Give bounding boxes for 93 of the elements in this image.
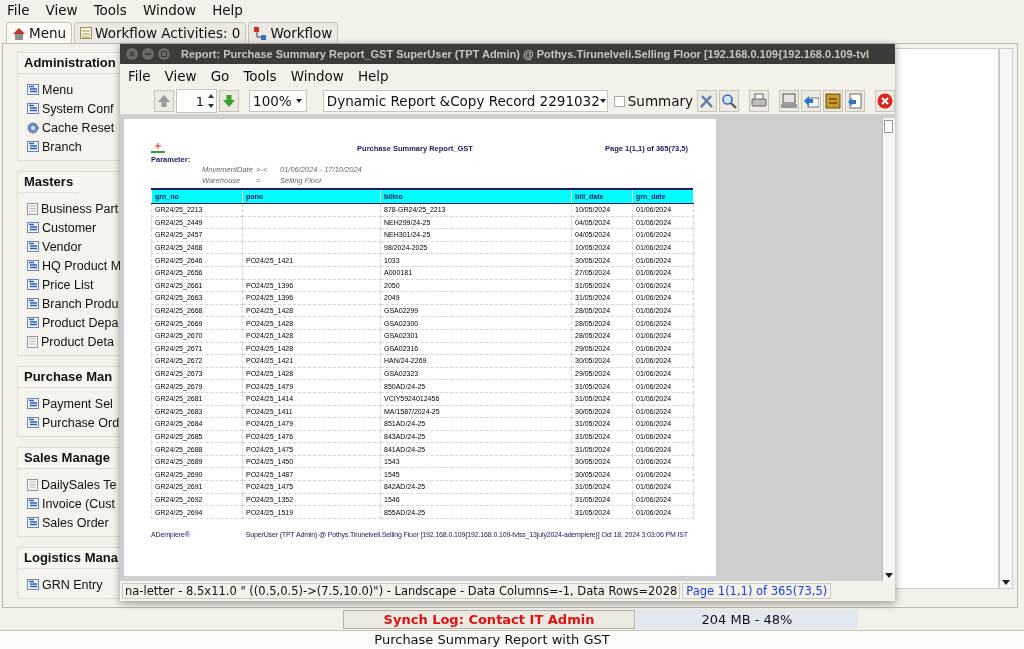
menu-item[interactable]: Tools: [243, 68, 277, 84]
printer-icon: [751, 93, 767, 109]
window-icon: [27, 317, 39, 328]
scrollbar[interactable]: [999, 48, 1013, 589]
menu-entry[interactable]: GRN Entry: [27, 575, 103, 594]
previous-page-button[interactable]: [154, 90, 174, 112]
window-icon: [27, 417, 39, 428]
menu-item[interactable]: Window: [290, 68, 344, 84]
menu-item[interactable]: Tools: [93, 2, 127, 18]
menu-item[interactable]: View: [45, 2, 78, 18]
close-icon: [877, 93, 893, 109]
document-icon: [27, 202, 38, 215]
page-number-field[interactable]: 1: [176, 89, 218, 113]
archive-button[interactable]: [823, 90, 843, 112]
window-controls-icon[interactable]: [125, 47, 173, 61]
print-button[interactable]: [749, 90, 769, 112]
window-icon: [27, 84, 39, 95]
search-button[interactable]: [719, 90, 739, 112]
page-status: Page 1(1,1) of 365(73,5): [682, 583, 832, 599]
menu-entry[interactable]: HQ Product M: [27, 256, 122, 275]
gear-icon: [27, 121, 39, 134]
window-icon: [27, 579, 39, 590]
menu-item[interactable]: Help: [212, 2, 243, 18]
section-title: Masters: [18, 172, 80, 193]
menu-entry[interactable]: Vendor: [27, 237, 82, 256]
menu-entry[interactable]: Business Part: [27, 199, 119, 218]
window-icon: [27, 398, 39, 409]
search-icon: [721, 93, 737, 109]
menu-entry[interactable]: Invoice (Cust: [27, 494, 115, 513]
menu-entry[interactable]: Branch: [27, 137, 82, 156]
window-icon: [27, 141, 39, 152]
status-message: Purchase Summary Report with GST: [0, 630, 1024, 649]
send-button[interactable]: [801, 90, 821, 112]
home-icon: [12, 26, 26, 40]
menu-entry[interactable]: Product Deta: [27, 332, 114, 351]
tab[interactable]: Workflow Activities: 0: [74, 22, 247, 43]
menu-entry[interactable]: Cache Reset: [27, 118, 115, 137]
menu-entry[interactable]: Menu: [27, 80, 74, 99]
menu-entry[interactable]: Sales Order: [27, 513, 109, 532]
export-button[interactable]: [779, 90, 799, 112]
workflow-icon: [254, 26, 268, 40]
menu-item[interactable]: Go: [210, 68, 230, 84]
window-icon: [27, 222, 39, 233]
up-arrow-icon: [157, 94, 171, 108]
scroll-thumb[interactable]: [884, 120, 893, 133]
cabinet-icon: [825, 93, 841, 109]
section-title: Administration: [18, 53, 122, 74]
scrollbar[interactable]: [882, 118, 895, 581]
scroll-down-icon[interactable]: [1002, 580, 1010, 585]
menu-entry[interactable]: Payment Sel: [27, 394, 113, 413]
window-icon: [27, 103, 39, 114]
close-button[interactable]: [875, 90, 895, 112]
window-icon: [27, 279, 39, 290]
page-setup-info: na-letter - 8.5x11.0 " ((0.5,0.5)->(7.5,10.0)") - Landscape - Data Columns=-1, Data Rows=2028: [122, 583, 681, 599]
menu-item[interactable]: Window: [142, 2, 197, 18]
tab[interactable]: Workflow: [248, 22, 339, 43]
menu-entry[interactable]: Purchase Ord: [27, 413, 120, 432]
caret-icon: [295, 99, 302, 103]
customize-button[interactable]: [697, 90, 717, 112]
list-icon: [80, 27, 93, 39]
report-format-dropdown[interactable]: Dynamic Report &Copy Record 2291032: [322, 90, 608, 112]
document-icon: [27, 478, 38, 491]
menu-entry[interactable]: Branch Produ: [27, 294, 119, 313]
section-title: Sales Manage: [18, 448, 116, 469]
window-icon: [27, 517, 39, 528]
menu-item[interactable]: Help: [357, 68, 389, 84]
section-title: Purchase Man: [18, 367, 119, 388]
tab[interactable]: Menu: [6, 22, 73, 43]
zoom-record-button[interactable]: [845, 90, 865, 112]
caret-icon: [599, 99, 606, 103]
menu-entry[interactable]: Customer: [27, 218, 97, 237]
window-icon: [27, 260, 39, 271]
summary-checkbox[interactable]: [613, 95, 625, 107]
memory-bar: 204 MB - 48%: [636, 609, 858, 629]
computer-icon: [781, 93, 797, 109]
scroll-down-icon[interactable]: [885, 573, 893, 578]
menu-entry[interactable]: System Conf: [27, 99, 114, 118]
logo-icon: [151, 143, 165, 153]
window-title: Report: Purchase Summary Report_GST SuperUser (TPT Admin) @ Pothys.Tirunelveli.Selling Floor [192.168.0.109{192.168.0.109-tvl: [181, 48, 870, 60]
zoom-dropdown[interactable]: 100%: [249, 90, 307, 112]
menu-entry[interactable]: Price List: [27, 275, 94, 294]
window-icon: [27, 298, 39, 309]
checkbox-label: Summary: [627, 93, 693, 109]
menu-item[interactable]: View: [164, 68, 197, 84]
window-icon: [27, 241, 39, 252]
menu-entry[interactable]: DailySales Te: [27, 475, 117, 494]
menu-entry[interactable]: Product Depa: [27, 313, 119, 332]
window-icon: [27, 498, 39, 509]
document-icon: [27, 335, 38, 348]
sync-log-button[interactable]: Synch Log: Contact IT Admin: [343, 609, 635, 629]
down-arrow-icon: [222, 94, 237, 108]
menu-item[interactable]: File: [128, 68, 151, 84]
menu-item[interactable]: File: [7, 2, 30, 18]
